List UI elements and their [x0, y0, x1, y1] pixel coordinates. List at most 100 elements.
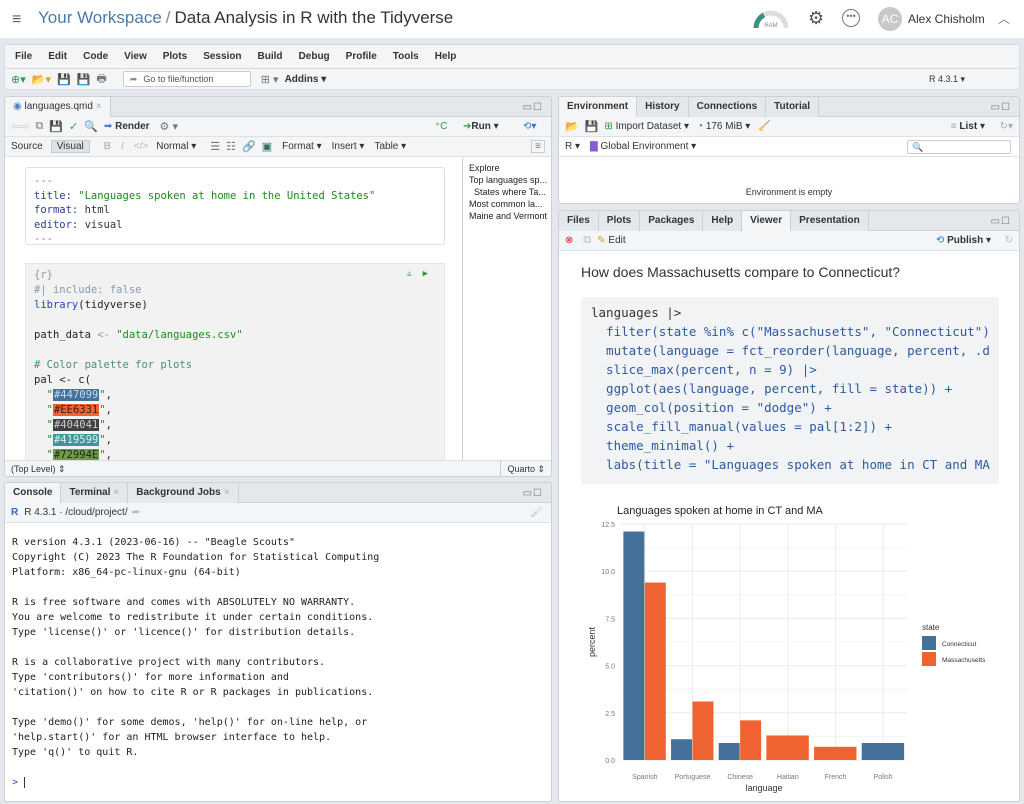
run-chunk-icon[interactable]: ▶ — [423, 267, 428, 282]
insert-dropdown[interactable]: Insert ▾ — [332, 141, 365, 152]
bullet-list-icon[interactable]: ☰ — [210, 140, 220, 153]
new-file-icon[interactable]: ⊕▾ — [11, 73, 26, 86]
menu-build[interactable]: Build — [258, 51, 283, 62]
import-dataset-button[interactable]: ⊞ Import Dataset ▾ — [604, 121, 689, 132]
tab-presentation[interactable]: Presentation — [791, 211, 869, 231]
stop-icon[interactable]: ⊗ — [565, 235, 573, 246]
console-output[interactable]: R version 4.3.1 (2023-06-16) -- "Beagle … — [5, 525, 551, 801]
tab-viewer[interactable]: Viewer — [742, 211, 792, 231]
menu-plots[interactable]: Plots — [163, 51, 187, 62]
broom-icon[interactable]: 🧹 — [758, 121, 770, 132]
source-mode-button[interactable]: Source — [11, 141, 43, 152]
go-to-dir-icon[interactable]: ➦ — [132, 507, 140, 518]
editor-content[interactable]: --- title: "Languages spoken at home in … — [5, 158, 461, 460]
gear-icon[interactable]: ⚙ — [808, 8, 824, 29]
clear-console-icon[interactable]: 🖌 — [530, 507, 543, 518]
menu-tools[interactable]: Tools — [393, 51, 419, 62]
menu-file[interactable]: File — [15, 51, 32, 62]
more-options-icon[interactable]: ••• — [842, 9, 860, 27]
bold-icon[interactable]: B — [104, 141, 111, 152]
grid-layout-icon[interactable]: ⊞ ▾ — [261, 73, 279, 86]
addins-button[interactable]: Addins ▾ — [285, 74, 327, 85]
chevron-up-icon[interactable]: ︿ — [998, 10, 1010, 27]
open-folder-icon[interactable]: 📂▾ — [32, 73, 51, 86]
numbered-list-icon[interactable]: ☷ — [226, 140, 236, 153]
run-button[interactable]: ➔Run ▾ — [463, 121, 499, 132]
goto-file-input[interactable]: ➦ Go to file/function — [122, 71, 251, 87]
menu-session[interactable]: Session — [203, 51, 241, 62]
tab-help[interactable]: Help — [703, 211, 743, 231]
show-in-window-icon[interactable]: ⧉ — [35, 120, 43, 133]
table-dropdown[interactable]: Table ▾ — [374, 141, 406, 152]
save-icon[interactable]: 💾 — [49, 120, 63, 133]
image-icon[interactable]: ▣ — [262, 140, 272, 153]
doc-type-selector[interactable]: Quarto ⇕ — [500, 461, 545, 476]
format-dropdown[interactable]: Format ▾ — [282, 141, 321, 152]
tab-console[interactable]: Console — [5, 483, 62, 503]
close-tab-icon[interactable]: × — [224, 487, 230, 498]
minimize-maximize-icon[interactable]: ▭☐ — [991, 216, 1011, 227]
avatar[interactable]: AC — [878, 7, 902, 31]
save-workspace-icon[interactable]: 💾 — [585, 120, 599, 133]
menu-code[interactable]: Code — [83, 51, 108, 62]
user-name[interactable]: Alex Chisholm — [908, 12, 985, 26]
minimize-maximize-icon[interactable]: ▭☐ — [523, 102, 543, 113]
code-icon[interactable]: </> — [134, 141, 148, 152]
tab-terminal[interactable]: Terminal × — [61, 483, 129, 503]
outline-toggle-icon[interactable]: ≡ — [531, 140, 545, 153]
link-icon[interactable]: 🔗 — [242, 140, 256, 153]
print-icon[interactable]: 🖶 — [96, 70, 106, 89]
show-in-window-icon[interactable]: ⧉ — [583, 234, 591, 247]
menu-debug[interactable]: Debug — [299, 51, 330, 62]
run-previous-chunks-icon[interactable]: ⩮ — [407, 268, 412, 283]
save-icon[interactable]: 💾 — [57, 73, 71, 86]
outline-item[interactable]: States where Ta... — [469, 186, 550, 198]
breadcrumb-workspace[interactable]: Your Workspace — [38, 8, 162, 27]
search-icon[interactable]: 🔍 — [84, 120, 98, 133]
refresh-icon[interactable]: ↻▾ — [1000, 121, 1013, 132]
menu-profile[interactable]: Profile — [346, 51, 377, 62]
outline-item[interactable]: Top languages sp... — [469, 174, 550, 186]
close-tab-icon[interactable]: × — [96, 101, 102, 112]
tab-environment[interactable]: Environment — [559, 97, 638, 117]
tab-languages-qmd[interactable]: ◉ languages.qmd × — [5, 97, 111, 117]
list-view-dropdown[interactable]: ≡ List ▾ — [951, 121, 985, 132]
tab-plots[interactable]: Plots — [598, 211, 641, 231]
load-workspace-icon[interactable]: 📂 — [565, 120, 579, 133]
menu-icon[interactable]: ≡ — [12, 11, 21, 29]
menu-view[interactable]: View — [124, 51, 147, 62]
r-version-button[interactable]: R 4.3.1 ▾ — [929, 74, 965, 85]
insert-chunk-icon[interactable]: ⁺C — [435, 121, 448, 132]
tab-background-jobs[interactable]: Background Jobs × — [128, 483, 239, 503]
publish-button[interactable]: ⟲ Publish ▾ — [936, 235, 991, 246]
edit-button[interactable]: ✎ Edit — [597, 235, 625, 246]
ram-gauge-icon[interactable]: RAM — [752, 8, 790, 30]
refresh-icon[interactable]: ↻ — [1005, 235, 1013, 246]
environment-search-input[interactable]: 🔍 — [907, 139, 1011, 154]
back-forward-icon[interactable]: ⇦⇨ — [11, 120, 29, 133]
visual-mode-button[interactable]: Visual — [50, 140, 90, 153]
minimize-maximize-icon[interactable]: ▭☐ — [523, 488, 543, 499]
normal-style-dropdown[interactable]: Normal ▾ — [156, 141, 196, 152]
save-all-icon[interactable]: 💾 — [77, 73, 91, 86]
publish-icon[interactable]: ⟲▾ — [523, 121, 536, 132]
italic-icon[interactable]: I — [121, 141, 124, 152]
language-dropdown[interactable]: R ▾ — [565, 141, 580, 152]
spellcheck-icon[interactable]: ✓ — [69, 120, 78, 133]
close-tab-icon[interactable]: × — [113, 487, 119, 498]
tab-files[interactable]: Files — [559, 211, 599, 231]
tab-packages[interactable]: Packages — [640, 211, 704, 231]
tab-tutorial[interactable]: Tutorial — [766, 97, 820, 117]
scope-selector[interactable]: (Top Level) ⇕ — [11, 464, 66, 474]
tab-connections[interactable]: Connections — [688, 97, 767, 117]
outline-item[interactable]: Most common la... — [469, 198, 550, 210]
menu-help[interactable]: Help — [435, 51, 457, 62]
tab-history[interactable]: History — [637, 97, 689, 117]
minimize-maximize-icon[interactable]: ▭☐ — [991, 102, 1011, 113]
outline-item[interactable]: Maine and Vermont — [469, 210, 550, 222]
outline-item[interactable]: Explore — [469, 162, 550, 174]
memory-usage-button[interactable]: ◔ 176 MiB ▾ — [697, 121, 750, 132]
scope-dropdown[interactable]: ▇ Global Environment ▾ — [590, 141, 696, 152]
menu-edit[interactable]: Edit — [48, 51, 67, 62]
render-button[interactable]: ➡ Render — [104, 121, 150, 132]
